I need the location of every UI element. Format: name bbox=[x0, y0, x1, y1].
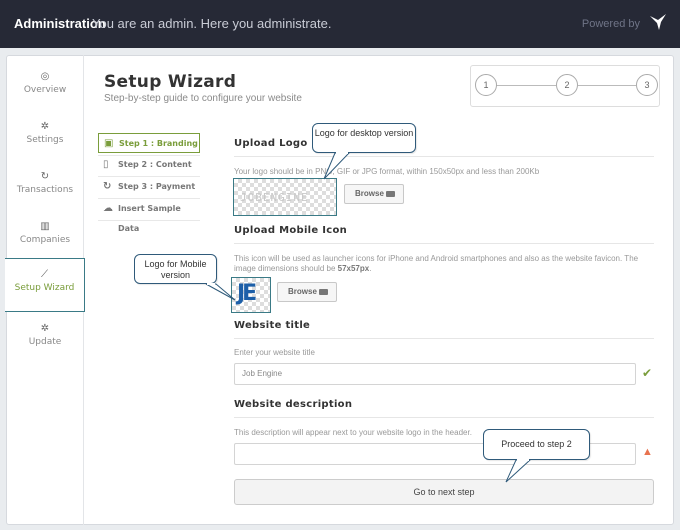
divider bbox=[234, 243, 654, 244]
callout-pointer bbox=[323, 152, 351, 180]
callout-text: Proceed to step 2 bbox=[501, 439, 572, 449]
top-bar: Administration You are an admin. Here yo… bbox=[0, 0, 680, 48]
mobile-icon-preview: JE bbox=[231, 277, 271, 313]
website-description-heading: Website description bbox=[234, 399, 353, 410]
refresh-icon: ↻ bbox=[103, 181, 112, 192]
upload-logo-help: Your logo should be in PNG, GIF or JPG f… bbox=[234, 167, 540, 176]
sidebar-item-settings[interactable]: ✲ Settings bbox=[6, 121, 84, 145]
website-title-heading: Website title bbox=[234, 320, 311, 331]
callout-desktop-logo: Logo for desktop version bbox=[312, 123, 416, 180]
cloud-upload-icon: ☁ bbox=[103, 203, 113, 214]
wizard-step-label: Step 3 : Payment bbox=[118, 182, 196, 191]
desktop-logo-text: JOBENGINE bbox=[240, 191, 309, 204]
callout-proceed: Proceed to step 2 bbox=[483, 429, 590, 483]
browse-mobile-icon-button[interactable]: Browse bbox=[277, 282, 337, 302]
wizard-step-payment[interactable]: ↻ Step 3 : Payment bbox=[98, 177, 200, 197]
folder-icon bbox=[386, 191, 395, 197]
website-title-help: Enter your website title bbox=[234, 348, 315, 357]
wand-icon: ⟋ bbox=[41, 269, 48, 280]
next-step-button[interactable]: Go to next step bbox=[234, 479, 654, 505]
sidebar-item-label: Transactions bbox=[16, 185, 74, 195]
sidebar-item-transactions[interactable]: ↻ Transactions bbox=[6, 171, 84, 195]
website-description-help: This description will appear next to you… bbox=[234, 428, 472, 437]
gear-icon: ✲ bbox=[40, 121, 50, 132]
step-connector bbox=[578, 85, 636, 86]
sidebar: ◎ Overview ✲ Settings ↻ Transactions ▥ C… bbox=[5, 55, 85, 525]
callout-text: Logo for Mobile version bbox=[144, 259, 207, 280]
browse-label: Browse bbox=[355, 189, 384, 198]
browse-logo-button[interactable]: Browse bbox=[344, 184, 404, 204]
divider bbox=[234, 417, 654, 418]
gear-icon: ✲ bbox=[40, 323, 50, 334]
wizard-insert-sample-data[interactable]: ☁ Insert Sample Data bbox=[98, 199, 200, 233]
website-title-input[interactable]: Job Engine bbox=[234, 363, 636, 385]
folder-icon bbox=[319, 289, 328, 295]
refresh-icon: ↻ bbox=[40, 171, 50, 182]
sidebar-item-label: Companies bbox=[19, 235, 71, 245]
wizard-step-branding[interactable]: ▣ Step 1 : Branding bbox=[98, 133, 200, 153]
sidebar-item-overview[interactable]: ◎ Overview bbox=[6, 71, 84, 95]
upload-mobile-help: This icon will be used as launcher icons… bbox=[234, 254, 639, 273]
sidebar-item-label: Update bbox=[28, 337, 62, 347]
divider bbox=[234, 156, 654, 157]
browse-label: Browse bbox=[288, 287, 317, 296]
dashboard-icon: ◎ bbox=[40, 71, 50, 82]
page-subtitle: Step-by-step guide to configure your web… bbox=[104, 93, 302, 104]
callout-mobile-logo: Logo for Mobile version bbox=[134, 254, 236, 301]
warning-icon: ▲ bbox=[642, 446, 653, 458]
bird-logo-icon[interactable] bbox=[648, 12, 668, 32]
sidebar-item-update[interactable]: ✲ Update bbox=[6, 323, 84, 347]
check-icon: ✔ bbox=[642, 366, 653, 380]
sidebar-item-label: Settings bbox=[26, 135, 64, 145]
upload-mobile-icon-heading: Upload Mobile Icon bbox=[234, 225, 348, 236]
upload-logo-heading: Upload Logo bbox=[234, 138, 308, 149]
callout-pointer bbox=[205, 283, 236, 301]
page-title: Setup Wizard bbox=[104, 72, 237, 92]
sidebar-item-label: Setup Wizard bbox=[14, 283, 75, 293]
step-connector bbox=[496, 85, 556, 86]
powered-by-text: Powered by bbox=[581, 18, 640, 30]
step-indicator-2[interactable]: 2 bbox=[556, 74, 578, 96]
step-indicator-3[interactable]: 3 bbox=[636, 74, 658, 96]
sidebar-item-setup-wizard[interactable]: ⟋ Setup Wizard bbox=[5, 258, 85, 312]
callout-pointer bbox=[505, 459, 532, 483]
divider bbox=[234, 338, 654, 339]
sidebar-item-label: Overview bbox=[23, 85, 67, 95]
app-tagline: You are an admin. Here you administrate. bbox=[92, 16, 332, 31]
wizard-step-content[interactable]: ▯ Step 2 : Content bbox=[98, 155, 200, 175]
gift-icon: ▣ bbox=[104, 138, 114, 149]
sidebar-item-companies[interactable]: ▥ Companies bbox=[6, 221, 84, 245]
mobile-logo-text: JE bbox=[237, 281, 257, 306]
document-icon: ▯ bbox=[103, 159, 109, 170]
divider bbox=[98, 220, 200, 221]
wizard-step-label: Step 1 : Branding bbox=[119, 139, 198, 148]
step-indicator-1[interactable]: 1 bbox=[475, 74, 497, 96]
callout-text: Logo for desktop version bbox=[314, 128, 414, 138]
building-icon: ▥ bbox=[40, 221, 50, 232]
wizard-step-label: Step 2 : Content bbox=[118, 160, 192, 169]
desktop-logo-preview: JOBENGINE bbox=[233, 178, 337, 216]
